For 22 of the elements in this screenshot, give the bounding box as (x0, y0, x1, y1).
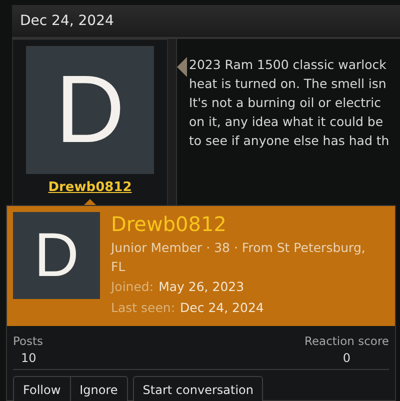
member-info: Junior Member · 38 · From St Petersburg, FL (111, 239, 366, 276)
action-button[interactable]: Ignore (70, 376, 128, 401)
post-date: Dec 24, 2024 (20, 13, 114, 29)
stat-label: Reaction score (304, 334, 389, 348)
stat-value: 10 (21, 351, 36, 365)
joined-label: Joined: (111, 278, 154, 296)
pointer-arrow-icon (177, 57, 187, 77)
avatar[interactable]: D (13, 212, 100, 299)
post-text-line: 2023 Ram 1500 classic warlock (189, 56, 388, 74)
last-seen-label: Last seen: (111, 299, 176, 317)
post-text-line: heat is turned on. The smell isn (189, 75, 388, 93)
action-button[interactable]: Start conversation (132, 376, 264, 401)
post-text-line: to see if anyone else has had th (189, 132, 390, 150)
post-text-line: on it, any idea what it could be (189, 113, 384, 131)
avatar[interactable]: D (26, 46, 154, 174)
stat-label: Posts (13, 334, 44, 348)
action-button[interactable]: Follow (13, 376, 71, 401)
joined-date: May 26, 2023 (158, 278, 244, 296)
stat-value: 0 (342, 351, 351, 365)
post-text-line: It's not a burning oil or electric (189, 94, 382, 112)
username-link[interactable]: Drewb0812 (48, 180, 132, 195)
last-seen-date: Dec 24, 2024 (180, 299, 264, 317)
